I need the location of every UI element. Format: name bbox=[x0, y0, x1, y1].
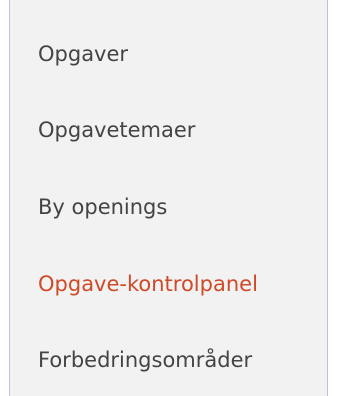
menu-item-by-openings[interactable]: By openings bbox=[38, 195, 167, 219]
menu-item-opgavetemaer[interactable]: Opgavetemaer bbox=[38, 118, 195, 142]
menu-item-opgaver[interactable]: Opgaver bbox=[38, 42, 128, 66]
menu-item-forbedringsomraader[interactable]: Forbedringsområder bbox=[38, 348, 252, 372]
menu-item-opgave-kontrolpanel[interactable]: Opgave-kontrolpanel bbox=[38, 272, 258, 296]
menu-frame: Opgaver Opgavetemaer By openings Opgave-… bbox=[0, 0, 338, 396]
dropdown-menu: Opgaver Opgavetemaer By openings Opgave-… bbox=[9, 0, 328, 396]
